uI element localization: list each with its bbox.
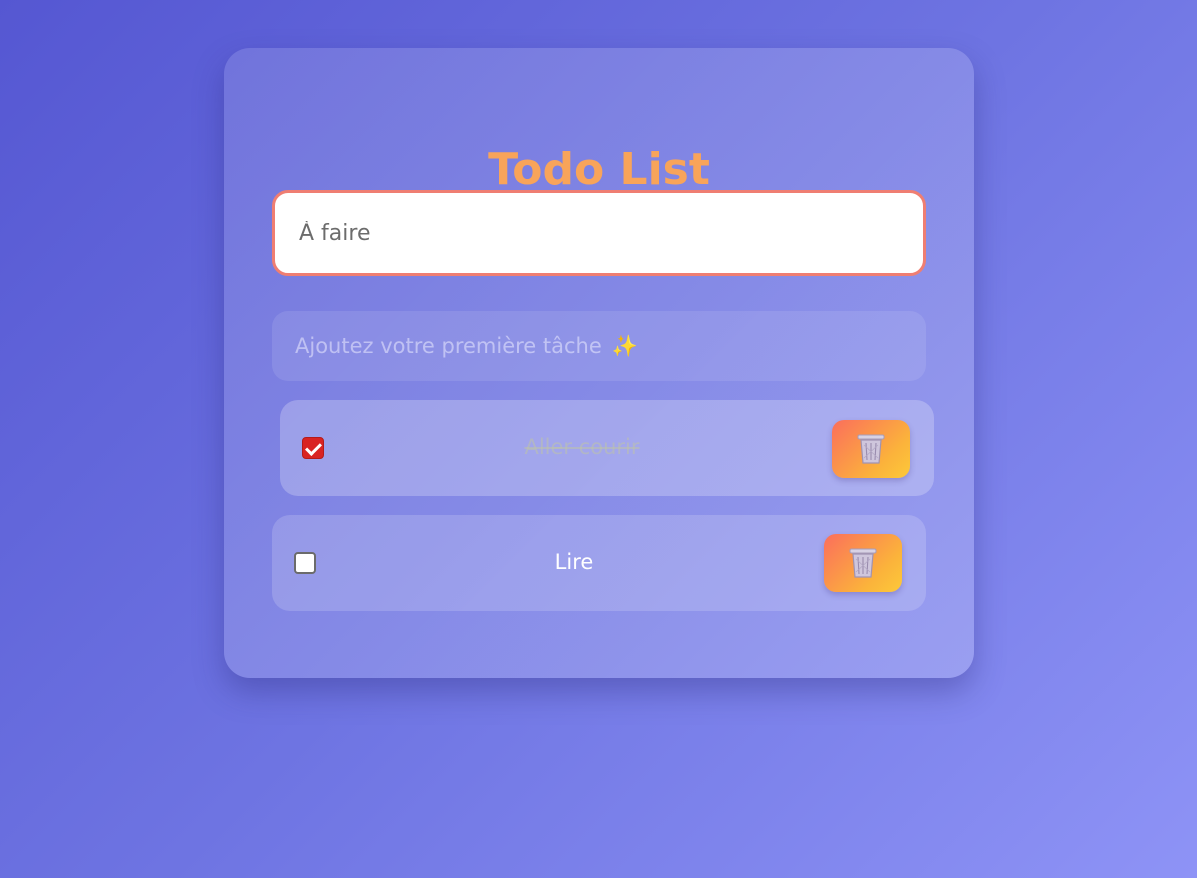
page-title: Todo List <box>488 144 710 195</box>
todo-checkbox[interactable] <box>302 437 324 459</box>
todo-text: Aller courir <box>524 435 640 459</box>
todo-item: Aller courir <box>280 400 934 496</box>
trash-icon <box>849 548 877 578</box>
delete-button[interactable] <box>832 420 910 478</box>
trash-icon <box>857 434 885 464</box>
todo-text: Lire <box>554 550 594 574</box>
task-input[interactable] <box>272 190 926 276</box>
todo-item: Lire <box>272 515 926 611</box>
delete-button[interactable] <box>824 534 902 592</box>
sparkle-icon: ✨ <box>611 333 638 358</box>
empty-hint: Ajoutez votre première tâche ✨ <box>272 311 926 381</box>
hint-text: Ajoutez votre première tâche <box>295 334 602 358</box>
todo-card: Todo List Ajoutez votre première tâche ✨… <box>224 48 974 678</box>
todo-checkbox[interactable] <box>294 552 316 574</box>
